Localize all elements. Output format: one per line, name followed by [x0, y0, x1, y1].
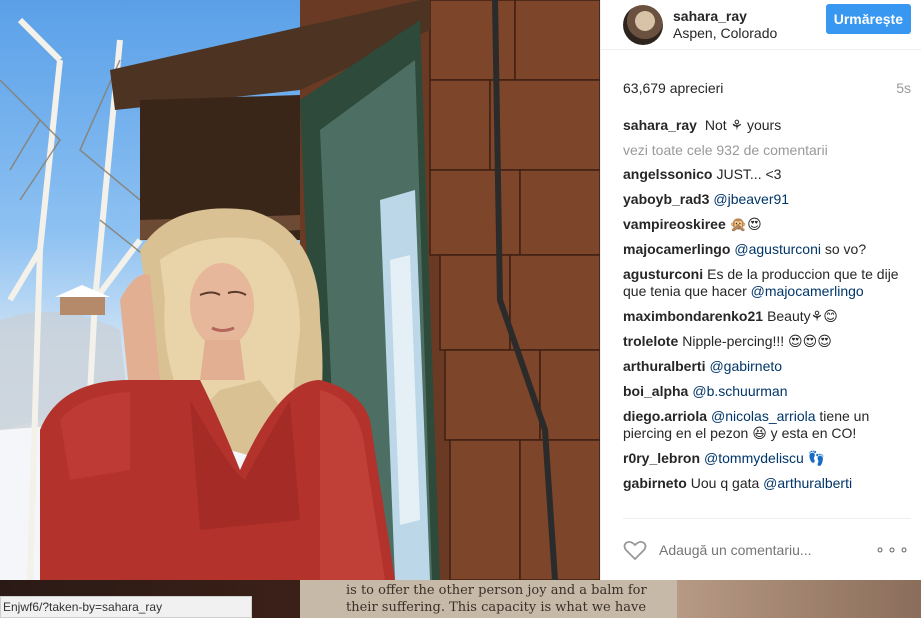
comment-text: 👣 — [803, 450, 826, 466]
comment-mention[interactable]: @nicolas_arriola — [711, 408, 815, 424]
post-photo[interactable] — [0, 0, 600, 580]
snippet-line-2: their suffering. This capacity is what w… — [346, 600, 647, 615]
caption-user[interactable]: sahara_ray — [623, 117, 697, 133]
comment-text: Beauty⚘😊 — [767, 308, 838, 324]
comment-container: angelssonico JUST... <3 yaboyb_rad3 @jbeave… — [623, 166, 911, 492]
likes-row: 63,679 aprecieri 5s — [623, 80, 911, 96]
comment-text: so vo? — [820, 241, 867, 257]
likes-count[interactable]: 63,679 aprecieri — [623, 80, 723, 96]
add-comment-bar: ∘∘∘ — [623, 518, 911, 580]
post-time: 5s — [896, 80, 911, 96]
comment-item: majocamerlingo @agusturconi so vo? — [623, 241, 911, 258]
comment-text: Nipple-percing!!! 😍😍😍 — [682, 333, 832, 349]
comment-mention[interactable]: @agusturconi — [734, 241, 821, 257]
avatar[interactable] — [623, 4, 663, 45]
comment-text: JUST... <3 — [716, 166, 782, 182]
caption-text: Not ⚘ yours — [704, 117, 782, 133]
post-header: sahara_ray Aspen, Colorado Urmărește — [601, 0, 921, 50]
comment-user[interactable]: boi_alpha — [623, 383, 688, 399]
comment-item: angelssonico JUST... <3 — [623, 166, 911, 183]
comment-user[interactable]: arthuralberti — [623, 358, 705, 374]
caption: sahara_ray Not ⚘ yours — [623, 117, 911, 134]
comment-item: gabirneto Uou q gata @arthuralberti — [623, 475, 911, 492]
snippet-line-1: is to offer the other person joy and a b… — [346, 583, 647, 598]
comment-item: boi_alpha @b.schuurman — [623, 383, 911, 400]
post-sidebar: sahara_ray Aspen, Colorado Urmărește 63,… — [600, 0, 921, 580]
comment-item: vampireoskiree 🙊😍 — [623, 216, 911, 233]
comment-mention[interactable]: @arthuralberti — [763, 475, 852, 491]
comment-mention[interactable]: @jbeaver91 — [713, 191, 789, 207]
comment-item: diego.arriola @nicolas_arriola tiene un p… — [623, 408, 911, 442]
comment-user[interactable]: yaboyb_rad3 — [623, 191, 709, 207]
comment-mention[interactable]: @gabirneto — [709, 358, 782, 374]
comment-user[interactable]: vampireoskiree — [623, 216, 726, 232]
view-all-comments-link[interactable]: vezi toate cele 932 de comentarii — [623, 142, 911, 158]
comment-mention[interactable]: @tommydeliscu — [704, 450, 804, 466]
comment-item: r0ry_lebron @tommydeliscu 👣 — [623, 450, 911, 467]
background-text-snippet: is to offer the other person joy and a b… — [300, 580, 677, 618]
comment-user[interactable]: maximbondarenko21 — [623, 308, 763, 324]
comment-user[interactable]: gabirneto — [623, 475, 687, 491]
comment-user[interactable]: r0ry_lebron — [623, 450, 700, 466]
background-image-right — [677, 580, 921, 618]
follow-button[interactable]: Urmărește — [825, 4, 911, 34]
status-bar-url: Enjwf6/?taken-by=sahara_ray — [0, 596, 252, 618]
comment-user[interactable]: angelssonico — [623, 166, 712, 182]
post-photo-illustration — [0, 0, 600, 580]
comment-user[interactable]: trolelote — [623, 333, 678, 349]
comment-item: arthuralberti @gabirneto — [623, 358, 911, 375]
comment-text: 🙊😍 — [729, 216, 762, 232]
comment-user[interactable]: agusturconi — [623, 266, 703, 282]
comment-user[interactable]: majocamerlingo — [623, 241, 730, 257]
comment-item: yaboyb_rad3 @jbeaver91 — [623, 191, 911, 208]
comment-input[interactable] — [659, 541, 875, 558]
comment-item: agusturconi Es de la produccion que te di… — [623, 266, 911, 300]
comments-list: sahara_ray Not ⚘ yours vezi toate cele 9… — [623, 117, 911, 513]
comment-item: maximbondarenko21 Beauty⚘😊 — [623, 308, 911, 325]
comment-user[interactable]: diego.arriola — [623, 408, 707, 424]
comment-mention[interactable]: @b.schuurman — [692, 383, 787, 399]
heart-icon[interactable] — [623, 539, 647, 561]
more-options-icon[interactable]: ∘∘∘ — [875, 540, 911, 560]
comment-item: trolelote Nipple-percing!!! 😍😍😍 — [623, 333, 911, 350]
comment-text: Uou q gata — [690, 475, 764, 491]
comment-mention[interactable]: @majocamerlingo — [751, 283, 864, 299]
